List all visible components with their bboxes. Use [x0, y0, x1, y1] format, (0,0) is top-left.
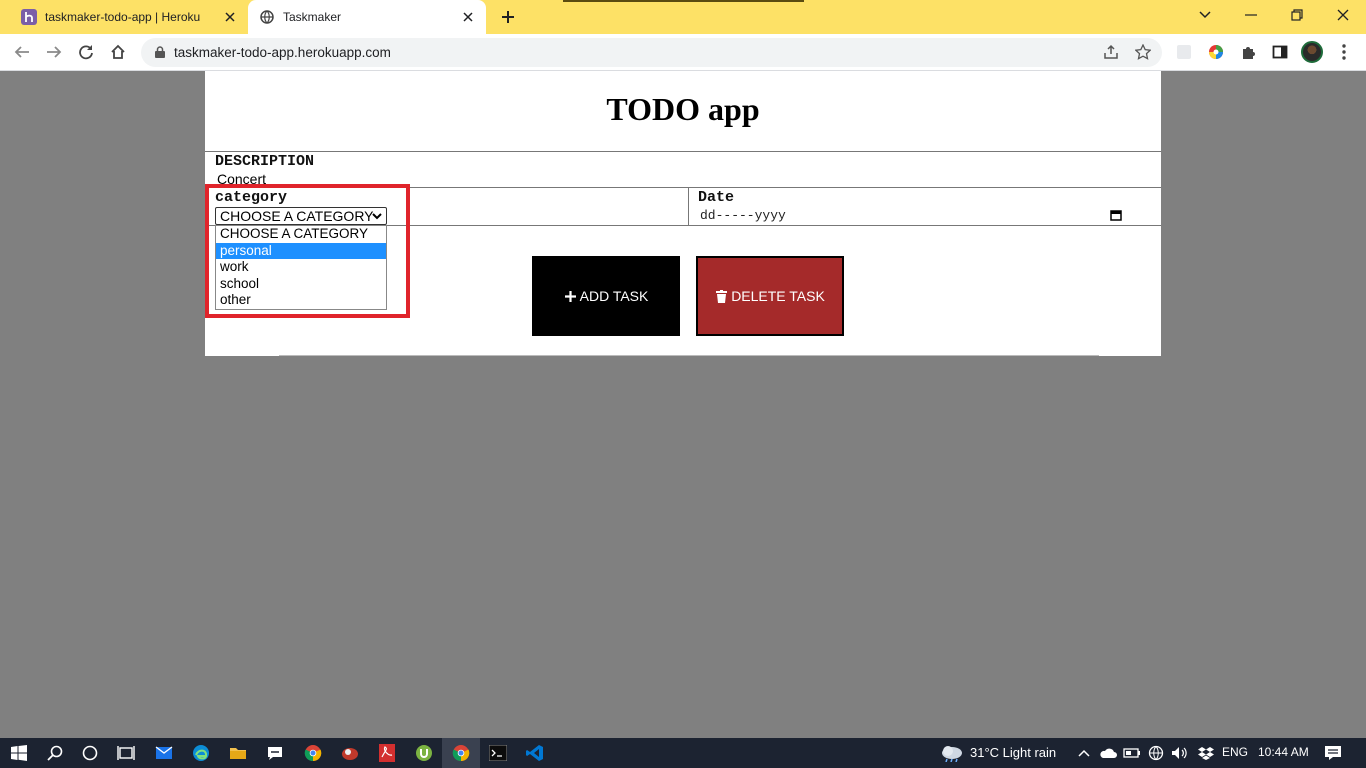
column-divider — [688, 188, 689, 226]
browser-tab-strip: taskmaker-todo-app | Heroku Taskmaker — [0, 0, 1366, 34]
highlight-box — [205, 184, 410, 318]
minimize-icon[interactable] — [1239, 5, 1263, 25]
side-panel-icon[interactable] — [1270, 42, 1290, 62]
date-input[interactable]: dd-----yyyy — [700, 208, 786, 223]
delete-task-button[interactable]: DELETE TASK — [696, 256, 844, 336]
edge-icon[interactable] — [191, 743, 211, 763]
forward-arrow-icon[interactable] — [44, 42, 64, 62]
chrome-icon[interactable] — [303, 743, 323, 763]
cortana-icon[interactable] — [80, 743, 100, 763]
vscode-icon[interactable] — [525, 743, 545, 763]
add-task-label: ADD TASK — [579, 288, 649, 304]
onedrive-cloud-icon[interactable] — [1098, 743, 1118, 763]
description-label: DESCRIPTION — [215, 153, 315, 170]
restore-icon[interactable] — [1285, 5, 1309, 25]
feedback-app-icon[interactable] — [265, 743, 285, 763]
windows-taskbar: 31°C Light rain ENG 10:44 AM — [0, 738, 1366, 768]
date-label: Date — [698, 189, 735, 206]
mail-icon[interactable] — [154, 743, 174, 763]
tab-title: taskmaker-todo-app | Heroku — [45, 10, 201, 24]
bookmark-star-icon[interactable] — [1133, 42, 1153, 62]
reload-icon[interactable] — [76, 42, 96, 62]
notification-center-icon[interactable] — [1323, 743, 1343, 763]
todo-form-card: TODO app DESCRIPTION Concert category CH… — [205, 71, 1161, 356]
globe-icon — [259, 9, 275, 25]
utorrent-icon[interactable] — [414, 743, 434, 763]
plus-icon — [564, 290, 577, 303]
page-title: TODO app — [606, 91, 760, 127]
divider — [205, 151, 1161, 152]
heroku-icon — [21, 9, 37, 25]
chevron-up-icon[interactable] — [1074, 743, 1094, 763]
back-arrow-icon[interactable] — [12, 42, 32, 62]
tab-title: Taskmaker — [283, 10, 342, 24]
battery-icon[interactable] — [1122, 743, 1142, 763]
menu-kebab-icon[interactable] — [1334, 42, 1354, 62]
close-icon[interactable] — [222, 9, 238, 25]
task-view-icon[interactable] — [116, 743, 136, 763]
weather-text[interactable]: 31°C Light rain — [970, 745, 1056, 760]
delete-task-label: DELETE TASK — [731, 288, 825, 304]
profile-avatar[interactable] — [1301, 41, 1323, 63]
volume-icon[interactable] — [1170, 743, 1190, 763]
address-bar[interactable]: taskmaker-todo-app.herokuapp.com — [141, 38, 1162, 67]
file-explorer-icon[interactable] — [228, 743, 248, 763]
extension-placeholder-icon[interactable] — [1174, 42, 1194, 62]
game-app-icon[interactable] — [340, 743, 360, 763]
tab-strip-indicator — [563, 0, 804, 2]
tab-taskmaker[interactable]: Taskmaker — [248, 0, 486, 34]
lock-icon[interactable] — [153, 45, 167, 59]
trash-icon — [715, 289, 728, 303]
tab-heroku[interactable]: taskmaker-todo-app | Heroku — [10, 0, 248, 34]
calendar-icon[interactable] — [1110, 208, 1122, 221]
close-window-icon[interactable] — [1331, 5, 1355, 25]
pdf-reader-icon[interactable] — [377, 743, 397, 763]
close-icon[interactable] — [460, 9, 476, 25]
terminal-icon[interactable] — [488, 743, 508, 763]
url-text: taskmaker-todo-app.herokuapp.com — [174, 45, 391, 60]
divider — [279, 355, 1099, 356]
share-icon[interactable] — [1101, 42, 1121, 62]
browser-toolbar: taskmaker-todo-app.herokuapp.com — [0, 34, 1366, 71]
chrome-active-icon[interactable] — [451, 743, 471, 763]
weather-cloud-icon[interactable] — [940, 743, 964, 763]
extensions-puzzle-icon[interactable] — [1238, 42, 1258, 62]
tab-search-chevron-icon[interactable] — [1193, 5, 1217, 25]
add-task-button[interactable]: ADD TASK — [532, 256, 680, 336]
dropbox-icon[interactable] — [1196, 743, 1216, 763]
home-icon[interactable] — [108, 42, 128, 62]
network-globe-icon[interactable] — [1146, 743, 1166, 763]
language-indicator[interactable]: ENG — [1222, 745, 1248, 759]
clock-time[interactable]: 10:44 AM — [1258, 745, 1309, 759]
windows-start-icon[interactable] — [9, 743, 29, 763]
new-tab-plus-icon[interactable] — [498, 7, 518, 27]
search-icon[interactable] — [45, 743, 65, 763]
color-wheel-extension-icon[interactable] — [1206, 42, 1226, 62]
